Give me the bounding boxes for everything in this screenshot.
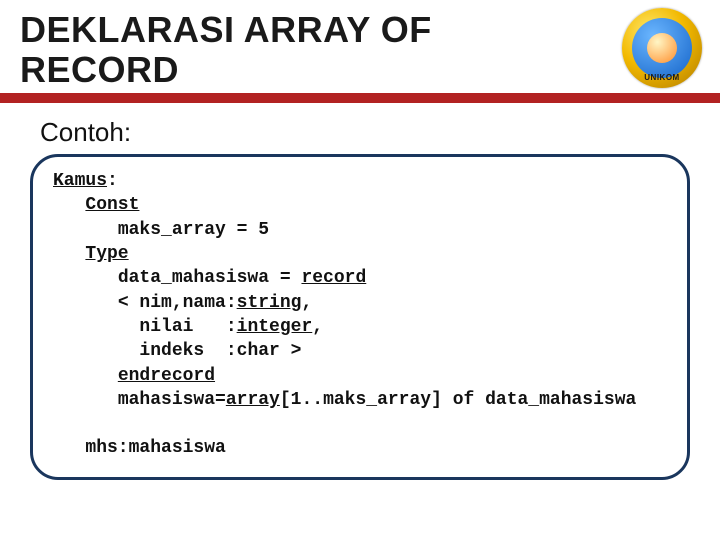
kw-kamus: Kamus xyxy=(53,171,107,191)
code-box: Kamus: Const maks_array = 5 Type data_ma… xyxy=(30,154,690,480)
kw-array: array xyxy=(226,390,280,410)
kw-record: record xyxy=(301,268,366,288)
subtitle: Contoh: xyxy=(40,117,720,148)
title-area: DEKLARASI ARRAY OFRECORD xyxy=(0,0,720,89)
kw-string: string xyxy=(237,293,302,313)
slide-title: DEKLARASI ARRAY OFRECORD xyxy=(20,10,700,89)
slide: UNIKOM DEKLARASI ARRAY OFRECORD Contoh: … xyxy=(0,0,720,540)
line-maks: maks_array = 5 xyxy=(118,220,269,240)
kw-endrecord: endrecord xyxy=(118,366,215,386)
line-mhs: mhs:mahasiswa xyxy=(85,438,225,458)
kw-const: Const xyxy=(85,195,139,215)
accent-bar xyxy=(0,93,720,103)
kw-type: Type xyxy=(85,244,128,264)
kw-integer: integer xyxy=(237,317,313,337)
